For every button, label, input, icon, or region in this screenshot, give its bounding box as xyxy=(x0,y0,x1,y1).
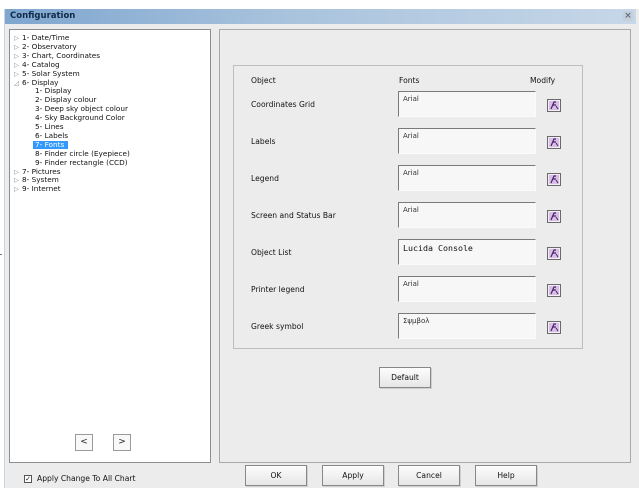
font-edit-icon[interactable] xyxy=(547,284,561,297)
tree-item[interactable]: ▷ 7- Pictures xyxy=(14,166,61,176)
tree-item-label: 3- Deep sky object colour xyxy=(35,104,128,114)
tree-item[interactable]: 8- Finder circle (Eyepiece) xyxy=(35,148,130,158)
config-tree[interactable]: ▷ 1- Date/Time ▷ 2- Observatory ▷ 3- Chart, C… xyxy=(9,29,211,463)
title-bar: Configuration × xyxy=(5,9,636,24)
tree-item[interactable]: ▷ 5- Solar System xyxy=(14,68,80,78)
tree-item[interactable]: 7- Fonts xyxy=(33,139,69,149)
tree-next-button[interactable]: > xyxy=(113,434,131,451)
tree-expander-icon[interactable]: ▷ xyxy=(14,176,22,184)
font-object-label: Labels xyxy=(251,137,276,146)
font-object-label: Greek symbol xyxy=(251,322,304,331)
tree-item[interactable]: 1- Display xyxy=(35,87,72,95)
font-edit-icon[interactable] xyxy=(547,247,561,260)
configuration-window: Configuration × ▷ 1- Date/Time ▷ 2- Observa… xyxy=(4,9,639,488)
default-button[interactable]: Default xyxy=(379,367,431,388)
tree-item-label: 5- Solar System xyxy=(22,68,80,78)
tree-item[interactable]: ▷ 8- System xyxy=(14,175,59,185)
font-edit-icon[interactable] xyxy=(547,321,561,334)
tree-item[interactable]: ▷ 1- Date/Time xyxy=(14,33,70,43)
font-object-label: Object List xyxy=(251,248,292,257)
tree-item-label: 4- Catalog xyxy=(22,59,60,69)
help-button[interactable]: Help xyxy=(475,465,537,486)
column-header-fonts: Fonts xyxy=(399,76,420,85)
ok-button[interactable]: OK xyxy=(245,465,307,486)
tree-expander-icon[interactable]: ▷ xyxy=(14,168,22,176)
fonts-groupbox: Object Fonts Modify Coordinates Grid Aria… xyxy=(233,65,583,349)
tree-item[interactable]: ◿ 6- Display xyxy=(14,77,59,87)
font-object-label: Screen and Status Bar xyxy=(251,211,336,220)
tree-expander-icon[interactable]: ◿ xyxy=(14,79,22,87)
tree-item[interactable]: 2- Display colour xyxy=(35,96,96,104)
font-name-field[interactable]: Arial xyxy=(398,165,536,191)
tree-expander-icon[interactable]: ▷ xyxy=(14,61,22,69)
font-object-label: Printer legend xyxy=(251,285,305,294)
font-edit-icon[interactable] xyxy=(547,136,561,149)
apply-all-label: Apply Change To All Chart xyxy=(37,474,136,483)
column-header-object: Object xyxy=(251,76,276,85)
tree-item-label: 8- System xyxy=(22,175,59,185)
tree-expander-icon[interactable]: ▷ xyxy=(14,70,22,78)
tree-item-label: 6- Display xyxy=(22,77,59,87)
tree-item[interactable]: ▷ 4- Catalog xyxy=(14,59,60,69)
font-object-label: Legend xyxy=(251,174,279,183)
tree-item[interactable]: 9- Finder rectangle (CCD) xyxy=(35,157,128,167)
font-name-field[interactable]: Arial xyxy=(398,276,536,302)
tree-item-label: 8- Finder circle (Eyepiece) xyxy=(35,148,130,158)
tree-item[interactable]: ▷ 2- Observatory xyxy=(14,41,77,51)
tree-item[interactable]: ▷ 3- Chart, Coordinates xyxy=(14,50,101,60)
font-edit-icon[interactable] xyxy=(547,173,561,186)
tree-item-label: 9- Finder rectangle (CCD) xyxy=(35,157,128,167)
font-name-field[interactable]: Σψμβολ xyxy=(398,313,536,339)
apply-button[interactable]: Apply xyxy=(322,465,384,486)
tree-expander-icon[interactable]: ▷ xyxy=(14,52,22,60)
cancel-button[interactable]: Cancel xyxy=(398,465,460,486)
tree-item[interactable]: 3- Deep sky object colour xyxy=(35,105,128,113)
font-edit-icon[interactable] xyxy=(547,99,561,112)
font-name-field[interactable]: Lucida Console xyxy=(398,239,536,265)
tree-item-label: 6- Labels xyxy=(35,130,69,140)
tree-item-label: 9- Internet xyxy=(22,184,61,194)
tree-item-label: 7- Pictures xyxy=(22,166,61,176)
column-header-modify: Modify xyxy=(530,76,556,85)
tree-expander-icon[interactable]: ▷ xyxy=(14,43,22,51)
close-icon[interactable]: × xyxy=(623,11,633,21)
tree-item[interactable]: ▷ 9- Internet xyxy=(14,184,61,194)
font-edit-icon[interactable] xyxy=(547,210,561,223)
window-title: Configuration xyxy=(10,11,76,21)
tree-item-label: 7- Fonts xyxy=(35,139,65,149)
edge-mark xyxy=(0,254,2,255)
tree-item[interactable]: 5- Lines xyxy=(35,123,64,131)
tree-item-label: 1- Display xyxy=(35,86,72,96)
tree-item-label: 1- Date/Time xyxy=(22,33,70,42)
font-object-label: Coordinates Grid xyxy=(251,100,315,109)
tree-expander-icon[interactable]: ▷ xyxy=(14,34,22,42)
tree-expander-icon[interactable]: ▷ xyxy=(14,185,22,193)
fonts-panel: Object Fonts Modify Coordinates Grid Aria… xyxy=(219,29,631,463)
tree-prev-button[interactable]: < xyxy=(75,434,93,451)
tree-item-label: 4- Sky Background Color xyxy=(35,113,125,123)
font-name-field[interactable]: Arial xyxy=(398,128,536,154)
tree-item-label: 2- Display colour xyxy=(35,95,97,105)
tree-item-label: 5- Lines xyxy=(35,122,64,131)
tree-item-label: 2- Observatory xyxy=(22,41,77,51)
font-name-field[interactable]: Arial xyxy=(398,202,536,228)
tree-item-label: 3- Chart, Coordinates xyxy=(22,50,101,60)
font-name-field[interactable]: Arial xyxy=(398,91,536,117)
apply-all-checkbox[interactable]: ✓ xyxy=(24,475,32,483)
tree-item[interactable]: 6- Labels xyxy=(35,130,69,140)
tree-item[interactable]: 4- Sky Background Color xyxy=(35,114,125,122)
